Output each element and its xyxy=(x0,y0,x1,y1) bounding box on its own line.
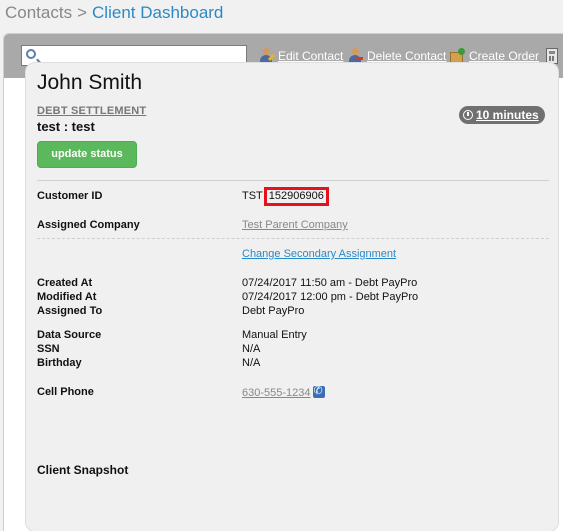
change-secondary-assignment-link[interactable]: Change Secondary Assignment xyxy=(242,248,396,260)
divider xyxy=(37,180,549,181)
client-snapshot-heading: Client Snapshot xyxy=(37,463,129,477)
ssn-value: N/A xyxy=(242,343,261,355)
cell-phone-value: 630-555-1234 xyxy=(242,384,325,399)
cell-phone-label: Cell Phone xyxy=(37,386,94,398)
timer-badge[interactable]: 10 minutes xyxy=(459,106,545,124)
created-at-value: 07/24/2017 11:50 am - Debt PayPro xyxy=(242,277,418,289)
clock-icon xyxy=(463,110,473,120)
assigned-to-value: Debt PayPro xyxy=(242,305,305,317)
data-source-label: Data Source xyxy=(37,329,102,341)
customer-id-value: TST 152906906 xyxy=(242,187,329,206)
modified-at-value: 07/24/2017 12:00 pm - Debt PayPro xyxy=(242,291,419,303)
delete-contact-label: Delete Contact xyxy=(367,49,447,63)
edit-contact-label: Edit Contact xyxy=(278,49,344,63)
breadcrumb-contacts[interactable]: Contacts xyxy=(5,3,72,22)
breadcrumb: Contacts > Client Dashboard xyxy=(5,3,223,23)
assigned-to-label: Assigned To xyxy=(37,305,103,317)
data-source-value: Manual Entry xyxy=(242,329,307,341)
case-type-link[interactable]: DEBT SETTLEMENT xyxy=(37,105,146,117)
modified-at-label: Modified At xyxy=(37,291,97,303)
timer-label: 10 minutes xyxy=(476,108,539,122)
created-at-label: Created At xyxy=(37,277,93,289)
breadcrumb-separator: > xyxy=(77,3,88,22)
update-status-button[interactable]: update status xyxy=(37,141,137,168)
birthday-value: N/A xyxy=(242,357,261,369)
customer-id-prefix: TST xyxy=(242,190,263,202)
cell-phone-link[interactable]: 630-555-1234 xyxy=(242,387,311,399)
breadcrumb-current: Client Dashboard xyxy=(92,3,224,22)
assigned-company-link[interactable]: Test Parent Company xyxy=(242,219,348,231)
customer-id-number: 152906906 xyxy=(263,187,329,206)
ssn-label: SSN xyxy=(37,343,60,355)
create-order-label: Create Order xyxy=(469,49,540,63)
case-subtitle: test : test xyxy=(37,119,95,134)
assigned-company-label: Assigned Company xyxy=(37,219,140,231)
customer-id-label: Customer ID xyxy=(37,190,103,202)
birthday-label: Birthday xyxy=(37,357,82,369)
client-card: John Smith DEBT SETTLEMENT test : test 1… xyxy=(25,62,559,531)
client-name: John Smith xyxy=(37,71,143,94)
dashed-divider xyxy=(37,238,549,239)
phone-icon[interactable] xyxy=(312,384,325,398)
search-icon xyxy=(26,49,36,59)
